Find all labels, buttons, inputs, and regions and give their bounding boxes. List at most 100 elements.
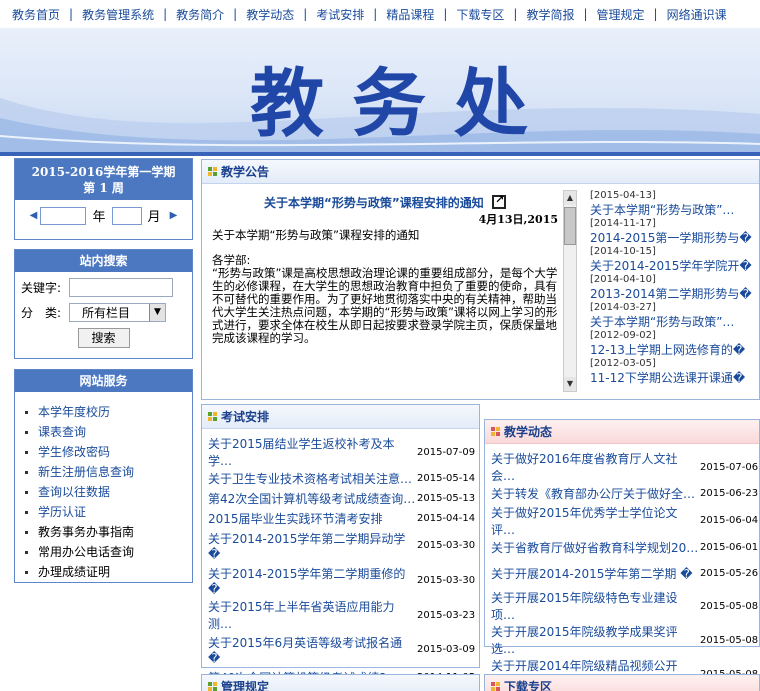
table-row[interactable]: 关于开展2014-2015学年第二学期 � 2015-05-26 (485, 557, 758, 589)
scroll-down-icon[interactable]: ▼ (564, 377, 576, 391)
table-row[interactable]: 关于开展2015年院级教学成果奖评选… 2015-05-08 (485, 623, 758, 657)
notice-title: 教学公告 (221, 165, 270, 179)
nav-link[interactable]: 下载专区 (456, 6, 504, 23)
nav-separator: | (373, 7, 378, 21)
notice-scrollbar[interactable]: ▲ ▼ (563, 190, 577, 392)
table-row[interactable]: 关于2015年6月英语等级考试报名通 � 2015-03-09 (202, 632, 475, 667)
term-box: 2015-2016学年第一学期 第 1 周 ◀ 年 月 ▶ (14, 158, 193, 240)
row-title[interactable]: 关于开展2015年院级教学成果奖评选… (485, 623, 700, 657)
notice-item-title[interactable]: 关于本学期“形势与政策”… (590, 202, 760, 218)
notice-item-title[interactable]: 2014-2015第一学期形势与� (590, 230, 760, 246)
notice-list-item[interactable]: [2012-03-05] 11-12下学期公选课开课通� (590, 358, 760, 386)
bullet-icon (25, 470, 28, 474)
notice-list-item[interactable]: [2012-09-02] 12-13上学期上网选修育的� (590, 330, 760, 358)
table-row[interactable]: 关于省教育厅做好省教育科学规划20… 2015-06-01 (485, 538, 758, 558)
notice-list-item[interactable]: [2015-04-13] 关于本学期“形势与政策”… (590, 190, 760, 218)
table-row[interactable]: 关于做好2016年度省教育厅人文社会… 2015-07-06 (485, 450, 758, 484)
row-title[interactable]: 关于开展2015年院级特色专业建设项… (485, 589, 700, 623)
row-title[interactable]: 第42次全国计算机等级考试成绩查询… (202, 489, 417, 509)
row-title[interactable]: 关于2015届结业学生返校补考及本学… (202, 435, 417, 469)
nav-link[interactable]: 教务简介 (176, 6, 224, 23)
row-date: 2015-05-08 (700, 600, 759, 612)
open-external-icon[interactable] (491, 193, 506, 209)
notice-item-title[interactable]: 12-13上学期上网选修育的� (590, 342, 760, 358)
notice-item-date: [2014-11-17] (590, 218, 656, 229)
table-row[interactable]: 关于2014-2015学年第二学期重修的 � 2015-03-30 (202, 563, 475, 598)
row-title[interactable]: 关于2015年6月英语等级考试报名通 � (202, 632, 417, 667)
chevron-down-icon: ▼ (149, 304, 165, 321)
scroll-thumb[interactable] (564, 207, 576, 245)
service-label: 办理成绩证明 (38, 565, 111, 579)
notice-item-title[interactable]: 关于本学期“形势与政策”… (590, 314, 760, 330)
service-item[interactable]: 学生修改密码 (25, 442, 192, 462)
row-title[interactable]: 关于省教育厅做好省教育科学规划20… (485, 538, 700, 558)
section-bullet-icon (491, 682, 500, 691)
notice-list-item[interactable]: [2014-03-27] 关于本学期“形势与政策”… (590, 302, 760, 330)
service-item[interactable]: 学历认证 (25, 502, 192, 522)
row-title[interactable]: 关于做好2016年度省教育厅人文社会… (485, 450, 700, 484)
table-row[interactable]: 第42次全国计算机等级考试成绩查询… 2015-05-13 (202, 489, 475, 509)
service-item[interactable]: 新生注册信息查询 (25, 462, 192, 482)
search-button[interactable]: 搜索 (77, 328, 130, 348)
row-title[interactable]: 关于做好2015年优秀学士学位论文评… (485, 504, 700, 538)
service-item[interactable]: 查询以往数据 (25, 482, 192, 502)
category-label: 分 类: (21, 306, 62, 320)
prev-arrow-icon[interactable]: ◀ (26, 210, 40, 221)
nav-link[interactable]: 管理规定 (597, 6, 645, 23)
row-date: 2015-06-23 (700, 488, 759, 500)
bullet-icon (25, 570, 28, 574)
row-title[interactable]: 关于开展2014-2015学年第二学期 � (485, 557, 700, 589)
table-row[interactable]: 关于2015届结业学生返校补考及本学… 2015-07-09 (202, 435, 475, 469)
nav-link[interactable]: 教务首页 (12, 6, 60, 23)
scroll-up-icon[interactable]: ▲ (564, 191, 576, 205)
notice-item-title[interactable]: 2013-2014第二学期形势与� (590, 286, 760, 302)
notice-item-date: [2014-10-15] (590, 246, 656, 257)
month-input[interactable] (111, 206, 142, 225)
service-item[interactable]: 常用办公电话查询 (25, 542, 192, 562)
table-row[interactable]: 关于做好2015年优秀学士学位论文评… 2015-06-04 (485, 504, 758, 538)
notice-list-item[interactable]: [2014-11-17] 2014-2015第一学期形势与� (590, 218, 760, 246)
nav-link[interactable]: 教学简报 (526, 6, 574, 23)
row-title[interactable]: 关于卫生专业技术资格考试相关注意… (202, 469, 417, 489)
notice-list-item[interactable]: [2014-04-10] 2013-2014第二学期形势与� (590, 274, 760, 302)
service-label: 学历认证 (38, 505, 87, 519)
next-arrow-icon[interactable]: ▶ (167, 210, 181, 221)
notice-list-item[interactable]: [2014-10-15] 关于2014-2015学年学院开� (590, 246, 760, 274)
year-input[interactable] (40, 206, 87, 225)
keyword-input[interactable] (69, 278, 173, 297)
mgmt-header: 管理规定 (202, 675, 479, 691)
service-item[interactable]: 课表查询 (25, 422, 192, 442)
bullet-icon (25, 550, 28, 554)
table-row[interactable]: 关于2015年上半年省英语应用能力测… 2015-03-23 (202, 598, 475, 632)
notice-item-date: [2012-03-05] (590, 358, 656, 369)
row-title[interactable]: 关于转发《教育部办公厅关于做好全… (485, 484, 700, 504)
news-panel: 教学动态 关于做好2016年度省教育厅人文社会… 2015-07-06 关于转发《教… (484, 419, 760, 690)
notice-item-date: [2014-04-10] (590, 274, 656, 285)
nav-separator: | (233, 7, 238, 21)
table-row[interactable]: 关于卫生专业技术资格考试相关注意… 2015-05-14 (202, 469, 475, 489)
table-row[interactable]: 关于转发《教育部办公厅关于做好全… 2015-06-23 (485, 484, 758, 504)
row-title[interactable]: 关于2014-2015学年第二学期异动学 � (202, 528, 417, 563)
category-select[interactable]: 所有栏目 ▼ (69, 303, 166, 322)
nav-separator: | (163, 7, 168, 21)
article-title[interactable]: 关于本学期“形势与政策”课程安排的通知 (264, 196, 484, 210)
service-item[interactable]: 办理成绩证明 (25, 562, 192, 582)
notice-item-title[interactable]: 11-12下学期公选课开课通� (590, 370, 760, 386)
table-row[interactable]: 2015届毕业生实践环节清考安排 2015-04-14 (202, 509, 475, 529)
notice-item-title[interactable]: 关于2014-2015学年学院开� (590, 258, 760, 274)
service-item[interactable]: 本学年度校历 (25, 402, 192, 422)
mgmt-panel: 管理规定 (201, 674, 480, 691)
nav-link[interactable]: 教学动态 (246, 6, 294, 23)
row-date: 2015-06-04 (700, 515, 759, 527)
service-item[interactable]: 教务事务办事指南 (25, 522, 192, 542)
nav-link[interactable]: 教务管理系统 (82, 6, 154, 23)
table-row[interactable]: 关于开展2015年院级特色专业建设项… 2015-05-08 (485, 589, 758, 623)
nav-link[interactable]: 考试安排 (316, 6, 364, 23)
nav-link[interactable]: 精品课程 (386, 6, 434, 23)
row-title[interactable]: 关于2015年上半年省英语应用能力测… (202, 598, 417, 632)
table-row[interactable]: 关于2014-2015学年第二学期异动学 � 2015-03-30 (202, 528, 475, 563)
row-title[interactable]: 2015届毕业生实践环节清考安排 (202, 509, 417, 529)
nav-link[interactable]: 网络通识课 (667, 6, 727, 23)
row-title[interactable]: 关于2014-2015学年第二学期重修的 � (202, 563, 417, 598)
section-bullet-icon (491, 427, 500, 436)
